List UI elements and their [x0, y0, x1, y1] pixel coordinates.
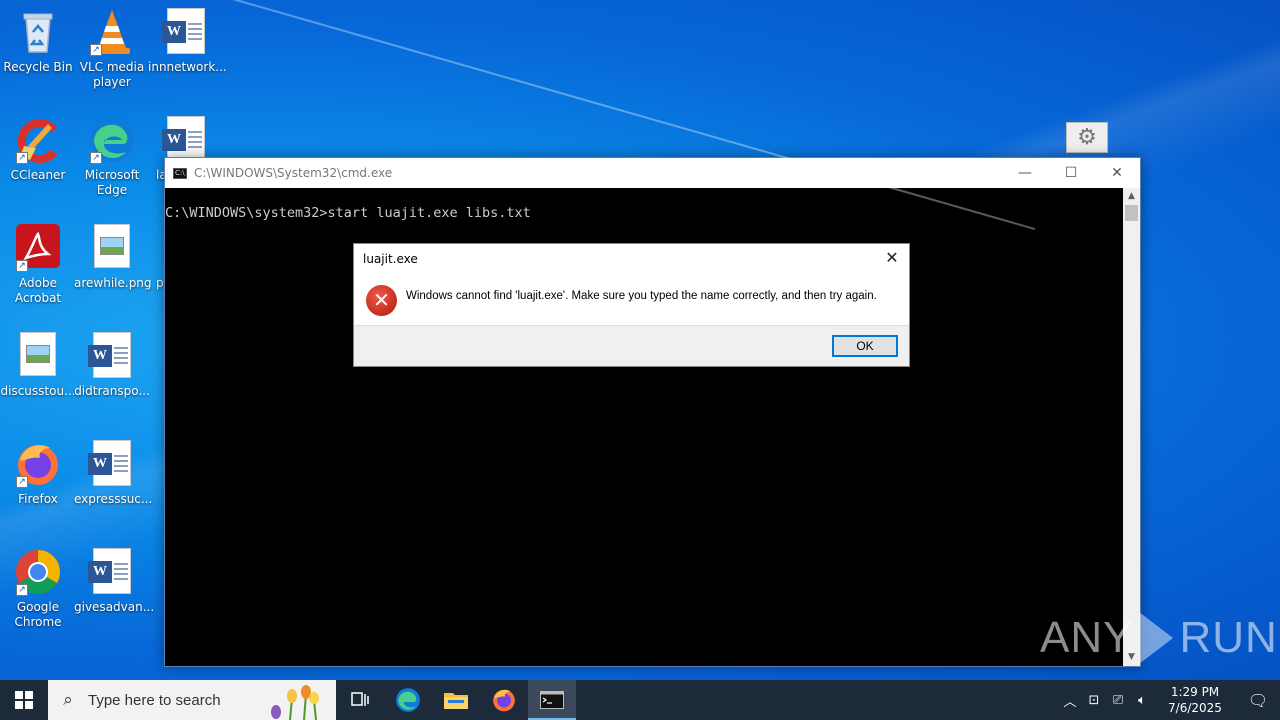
desktop-icon-arewhile[interactable]: arewhile.png — [74, 224, 152, 291]
dialog-message: Windows cannot find 'luajit.exe'. Make s… — [406, 290, 877, 302]
ccleaner-icon: ↗ — [14, 116, 62, 164]
start-button[interactable] — [0, 680, 48, 720]
desktop-icon-firefox[interactable]: ↗ Firefox — [0, 440, 76, 507]
cmd-window-title: C:\WINDOWS\System32\cmd.exe — [194, 166, 393, 180]
clock[interactable]: 1:29 PM 7/6/2025 — [1158, 684, 1232, 716]
recycle-bin-icon — [14, 8, 62, 56]
desktop-icon-label: Adobe Acrobat — [14, 276, 62, 305]
cmd-icon — [540, 691, 564, 709]
shortcut-arrow-icon: ↗ — [90, 152, 102, 164]
desktop-icon-label: Firefox — [18, 492, 58, 506]
network-icon[interactable]: ⎚ — [1106, 693, 1130, 708]
dialog-title: luajit.exe — [363, 252, 418, 266]
desktop-icon-label: VLC media player — [79, 60, 145, 89]
shortcut-arrow-icon: ↗ — [90, 44, 102, 56]
taskbar: ⌕ Type here to search ︿ ⊡ ⎚ 🔈︎ 1:29 PM 7… — [0, 680, 1280, 720]
anyrun-watermark: ANY RUN — [1040, 612, 1278, 664]
chrome-icon: ↗ — [14, 548, 62, 596]
dialog-footer: OK — [354, 325, 909, 366]
cmd-icon: C:\ — [173, 167, 187, 179]
desktop-icon-label: expresssuc... — [74, 492, 153, 506]
shortcut-arrow-icon: ↗ — [16, 152, 28, 164]
taskbar-cmd-button[interactable] — [528, 680, 576, 720]
cmd-titlebar[interactable]: C:\ C:\WINDOWS\System32\cmd.exe — ☐ ✕ — [165, 158, 1140, 188]
desktop-icon-label: discusstou... — [0, 384, 76, 398]
watermark-play-icon — [1139, 612, 1174, 664]
taskbar-search-box[interactable]: ⌕ Type here to search — [48, 680, 336, 720]
scrollbar-thumb[interactable] — [1125, 205, 1138, 221]
word-document-icon: W — [88, 440, 136, 488]
firefox-icon: ↗ — [14, 440, 62, 488]
console-line: C:\WINDOWS\system32>start luajit.exe lib… — [165, 205, 531, 221]
error-dialog[interactable]: luajit.exe ✕ ✕ Windows cannot find 'luaj… — [353, 243, 910, 367]
desktop-icon-label: givesadvan... — [74, 600, 155, 614]
ok-button[interactable]: OK — [832, 335, 898, 357]
edge-icon: ↗ — [88, 116, 136, 164]
desktop-icon-label: Google Chrome — [14, 600, 62, 629]
system-tray: ︿ ⊡ ⎚ 🔈︎ 1:29 PM 7/6/2025 🗨︎ — [1058, 680, 1280, 720]
error-icon: ✕ — [366, 285, 397, 316]
taskbar-firefox-button[interactable] — [480, 680, 528, 720]
image-file-icon — [88, 224, 136, 272]
taskbar-file-explorer-button[interactable] — [432, 680, 480, 720]
desktop: Recycle Bin ↗ CCleaner ↗ Adobe Acrobat d… — [0, 0, 1280, 680]
watermark-right: RUN — [1179, 613, 1278, 662]
acrobat-icon: ↗ — [14, 224, 62, 272]
shortcut-arrow-icon: ↗ — [16, 584, 28, 596]
gear-icon[interactable]: ⚙ — [1066, 122, 1108, 153]
desktop-icon-ccleaner[interactable]: ↗ CCleaner — [0, 116, 76, 183]
image-file-icon — [14, 332, 62, 380]
console-scrollbar[interactable]: ▲ ▼ — [1123, 188, 1140, 666]
desktop-icon-label: CCleaner — [10, 168, 66, 182]
vlc-icon: ↗ — [88, 8, 136, 56]
desktop-icon-discusstou[interactable]: discusstou... — [0, 332, 76, 399]
desktop-icon-vlc[interactable]: ↗ VLC media player — [74, 8, 150, 90]
desktop-icon-adobe-acrobat[interactable]: ↗ Adobe Acrobat — [0, 224, 76, 306]
search-icon: ⌕ — [63, 690, 73, 709]
desktop-icon-label: Recycle Bin — [3, 60, 73, 74]
firefox-icon — [493, 689, 515, 712]
desktop-icon-didtranspo[interactable]: W didtranspo... — [74, 332, 150, 399]
desktop-icon-innnetwork[interactable]: W innnetwork... — [148, 8, 227, 75]
desktop-icon-label: arewhile.png — [74, 276, 152, 290]
desktop-icon-givesadvan[interactable]: W givesadvan... — [74, 548, 155, 615]
edge-icon — [396, 688, 420, 712]
meet-now-icon[interactable]: ⊡ — [1082, 693, 1106, 708]
word-document-icon: W — [88, 332, 136, 380]
cmd-window[interactable]: C:\ C:\WINDOWS\System32\cmd.exe — ☐ ✕ C:… — [164, 157, 1141, 667]
taskbar-edge-button[interactable] — [384, 680, 432, 720]
minimize-button[interactable]: — — [1002, 158, 1048, 188]
notification-center-icon[interactable]: 🗨︎ — [1236, 691, 1280, 710]
dialog-close-button[interactable]: ✕ — [881, 247, 903, 269]
task-view-button[interactable] — [336, 680, 384, 720]
search-placeholder: Type here to search — [88, 691, 221, 709]
shortcut-arrow-icon: ↗ — [16, 476, 28, 488]
chevron-up-icon[interactable]: ︿ — [1058, 691, 1082, 710]
maximize-button[interactable]: ☐ — [1048, 158, 1094, 188]
desktop-icon-label: didtranspo... — [74, 384, 150, 398]
scroll-up-arrow-icon[interactable]: ▲ — [1123, 188, 1140, 205]
volume-icon[interactable]: 🔈︎ — [1130, 693, 1154, 708]
close-button[interactable]: ✕ — [1094, 158, 1140, 188]
windows-logo-icon — [15, 691, 33, 709]
word-document-icon: W — [88, 548, 136, 596]
desktop-icon-label: Microsoft Edge — [84, 168, 140, 197]
clock-time: 1:29 PM — [1170, 685, 1220, 699]
desktop-icon-microsoft-edge[interactable]: ↗ Microsoft Edge — [74, 116, 150, 198]
word-document-icon: W — [162, 8, 210, 56]
shortcut-arrow-icon: ↗ — [16, 260, 28, 272]
desktop-icon-recycle-bin[interactable]: Recycle Bin — [0, 8, 76, 75]
tulips-decoration-icon — [271, 685, 319, 720]
task-view-icon — [351, 692, 369, 706]
desktop-icon-label: innnetwork... — [148, 60, 227, 74]
clock-date: 7/6/2025 — [1168, 701, 1222, 715]
desktop-icon-expresssuc[interactable]: W expresssuc... — [74, 440, 153, 507]
watermark-left: ANY — [1040, 613, 1134, 662]
desktop-icon-google-chrome[interactable]: ↗ Google Chrome — [0, 548, 76, 630]
folder-icon — [444, 693, 468, 709]
